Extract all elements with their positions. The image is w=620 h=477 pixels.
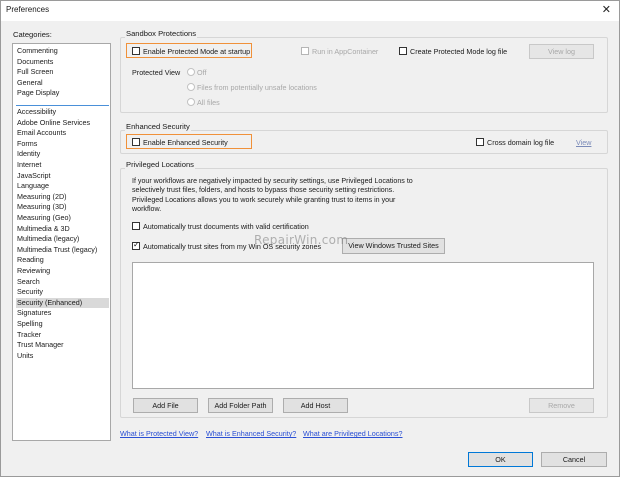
enhanced-title: Enhanced Security	[125, 122, 191, 131]
category-item[interactable]: Units	[16, 351, 109, 362]
trust-sites-checkbox[interactable]	[132, 240, 140, 250]
radio-unsafe-locations[interactable]	[187, 83, 195, 91]
category-item[interactable]: Signatures	[16, 308, 109, 319]
category-item[interactable]: General	[16, 78, 109, 89]
category-item[interactable]: Search	[16, 277, 109, 288]
category-item[interactable]: Language	[16, 181, 109, 192]
appcontainer-label: Run in AppContainer	[312, 46, 379, 56]
category-item[interactable]: Adobe Online Services	[16, 118, 109, 129]
category-item[interactable]: Reading	[16, 255, 109, 266]
description-line: workflow.	[132, 204, 162, 213]
protected-view-label: Protected View	[132, 68, 181, 77]
category-item[interactable]: JavaScript	[16, 171, 109, 182]
radio-off[interactable]	[187, 68, 195, 76]
ok-button[interactable]: OK	[468, 452, 533, 467]
cross-domain-log-label: Cross domain log file	[487, 137, 555, 147]
category-item[interactable]: Email Accounts	[16, 128, 109, 139]
description-line: If your workflows are negatively impacte…	[132, 177, 413, 185]
trust-certified-checkbox[interactable]	[132, 222, 140, 230]
category-item[interactable]: Security	[16, 287, 109, 298]
radio-all-label: All files	[197, 98, 220, 107]
category-item[interactable]: Internet	[16, 160, 109, 171]
categories-label: Categories:	[13, 30, 52, 39]
category-separator	[16, 105, 109, 106]
window-title: Preferences	[6, 5, 50, 14]
privileged-locations-list[interactable]	[132, 262, 594, 389]
categories-list[interactable]: Commenting Documents Full Screen General Pag…	[12, 43, 111, 441]
enhanced-security-checkbox[interactable]	[132, 138, 140, 146]
description-line: Privileged Locations allows you to work …	[132, 195, 396, 204]
add-host-button[interactable]: Add Host	[283, 398, 348, 413]
watermark-text: RepairWin.com	[254, 233, 349, 247]
protected-mode-label: Enable Protected Mode at startup	[143, 46, 251, 56]
add-folder-path-button[interactable]: Add Folder Path	[208, 398, 273, 413]
category-item[interactable]: Measuring (3D)	[16, 202, 109, 213]
what-is-protected-view-link[interactable]: What is Protected View?	[120, 429, 198, 438]
category-item[interactable]: Tracker	[16, 330, 109, 341]
create-log-label: Create Protected Mode log file	[410, 46, 508, 56]
radio-unsafe-label: Files from potentially unsafe locations	[197, 83, 317, 92]
appcontainer-checkbox[interactable]	[301, 47, 309, 55]
category-item[interactable]: Security (Enhanced)	[16, 297, 109, 309]
category-item[interactable]: Measuring (Geo)	[16, 213, 109, 224]
category-item[interactable]: Reviewing	[16, 266, 109, 277]
what-is-enhanced-security-link[interactable]: What is Enhanced Security?	[206, 429, 296, 438]
preferences-window: Preferences ✕ Categories: Commenting Docu…	[0, 0, 620, 477]
enhanced-security-label: Enable Enhanced Security	[143, 137, 228, 147]
privileged-description: If your workflows are negatively impacte…	[132, 177, 413, 214]
category-item[interactable]: Documents	[16, 57, 109, 68]
view-cross-domain-link[interactable]: View	[576, 138, 591, 147]
radio-off-label: Off	[197, 68, 207, 77]
add-file-button[interactable]: Add File	[133, 398, 198, 413]
cancel-button[interactable]: Cancel	[541, 452, 607, 467]
view-log-button[interactable]: View log	[529, 44, 594, 59]
view-trusted-sites-button[interactable]: View Windows Trusted Sites	[342, 238, 445, 254]
category-item[interactable]: Multimedia & 3D	[16, 224, 109, 235]
protected-mode-checkbox[interactable]	[132, 47, 140, 55]
sandbox-title: Sandbox Protections	[125, 29, 198, 38]
category-item[interactable]: Full Screen	[16, 67, 109, 78]
remove-button[interactable]: Remove	[529, 398, 594, 413]
create-log-checkbox[interactable]	[399, 47, 407, 55]
description-line: selectively trust files, folders, and ho…	[132, 186, 395, 195]
what-are-privileged-locations-link[interactable]: What are Privileged Locations?	[303, 429, 402, 438]
category-item[interactable]: Spelling	[16, 319, 109, 330]
privileged-title: Privileged Locations	[125, 160, 195, 169]
radio-all-files[interactable]	[187, 98, 195, 106]
trust-certified-label: Automatically trust documents with valid…	[143, 221, 309, 231]
cross-domain-log-checkbox[interactable]	[476, 138, 484, 146]
category-item[interactable]: Measuring (2D)	[16, 192, 109, 203]
category-item[interactable]: Page Display	[16, 88, 109, 99]
category-item[interactable]: Trust Manager	[16, 340, 109, 351]
title-bar: Preferences ✕	[1, 1, 619, 21]
category-item[interactable]: Commenting	[16, 46, 109, 57]
category-item[interactable]: Forms	[16, 139, 109, 150]
category-item[interactable]: Multimedia (legacy)	[16, 234, 109, 245]
category-item[interactable]: Multimedia Trust (legacy)	[16, 245, 109, 256]
category-item[interactable]: Identity	[16, 149, 109, 160]
category-item[interactable]: Accessibility	[16, 107, 109, 118]
close-icon[interactable]: ✕	[602, 3, 611, 16]
